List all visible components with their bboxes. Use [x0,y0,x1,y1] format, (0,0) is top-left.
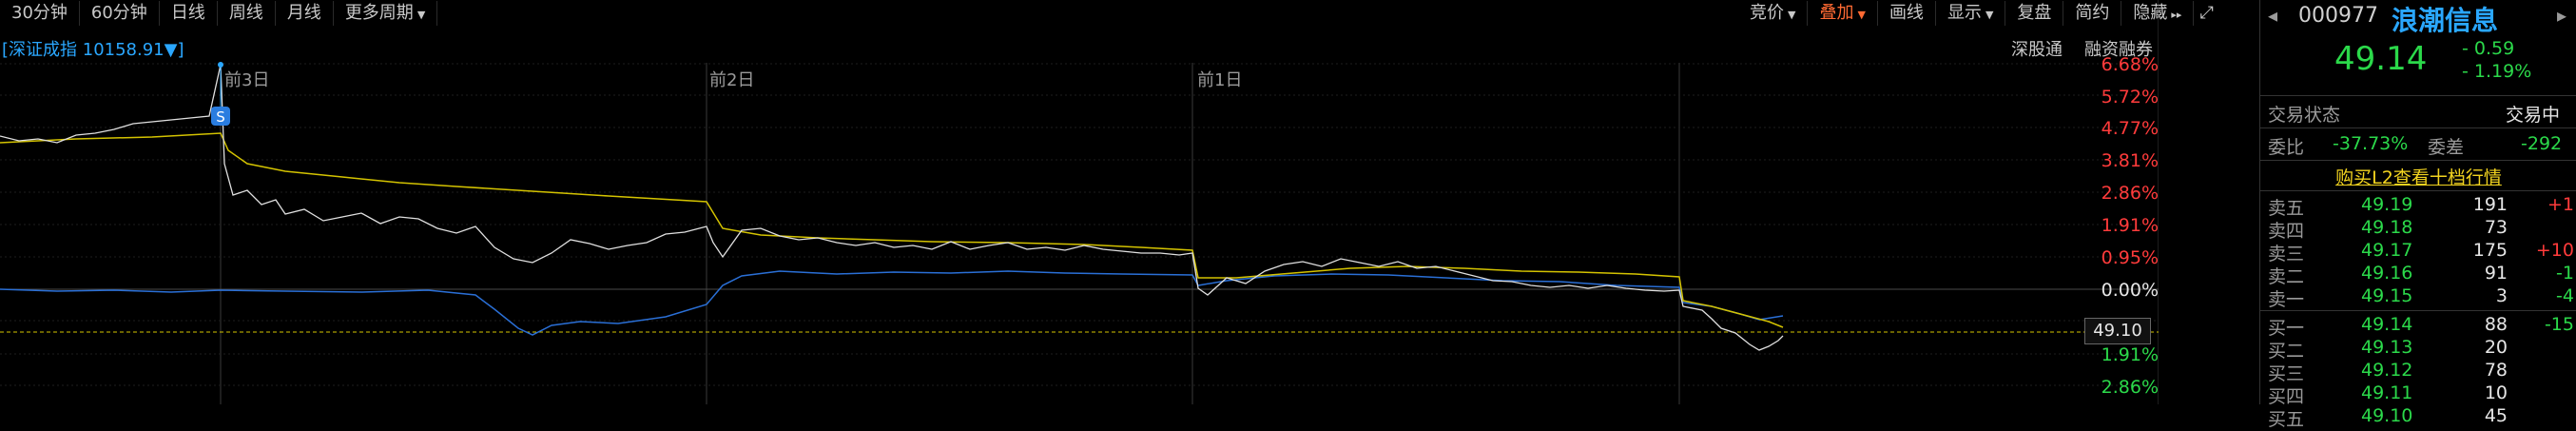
percent-tick: 1.91% [2101,215,2159,236]
bid-row[interactable]: 买四 49.11 10 [2260,382,2576,407]
percent-tick: 0.00% [2101,280,2159,301]
price-line [0,64,1784,351]
order-ratio-label: 委比 [2268,137,2305,158]
level-label: 卖一 [2268,289,2305,310]
level-price: 49.16 [2361,263,2413,284]
expand-right-icon[interactable]: ▸ [2557,4,2566,27]
signal-s-label: S [216,108,225,126]
average-price-line [0,132,1784,328]
bid-row[interactable]: 买五 49.10 45 [2260,405,2576,430]
level-volume: 73 [2484,217,2508,238]
level-volume: 88 [2484,314,2508,335]
level-label: 买五 [2268,409,2305,430]
level-price: 49.15 [2361,285,2413,306]
level-label: 卖三 [2268,244,2305,264]
price-change: - 0.59 [2462,38,2515,59]
level-label: 买一 [2268,318,2305,339]
ask-row[interactable]: 卖三 49.17 175 +10 [2260,240,2576,264]
bid-row[interactable]: 买二 49.13 20 [2260,337,2576,362]
level-price: 49.18 [2361,217,2413,238]
level-price: 49.19 [2361,194,2413,215]
percent-tick: 0.95% [2101,247,2159,268]
level-volume: 20 [2484,337,2508,358]
level-label: 买二 [2268,341,2305,362]
l2-upgrade-link[interactable]: 购买L2查看十档行情 [2260,164,2576,189]
order-diff-value: -292 [2521,133,2563,154]
level-change: -1 [2556,263,2574,284]
percent-tick: 1.91% [2101,344,2159,365]
trade-status-label: 交易状态 [2268,105,2341,126]
stock-code: 000977 [2298,4,2378,28]
index-line [0,270,1784,336]
level-change: +10 [2535,240,2574,261]
percent-tick: 6.68% [2101,54,2159,75]
level-price: 49.13 [2361,337,2413,358]
level-change: +1 [2547,194,2574,215]
gap [2164,0,2259,404]
level-volume: 3 [2495,285,2508,306]
percent-tick: 2.86% [2101,377,2159,398]
level-price: 49.14 [2361,314,2413,335]
level-label: 卖二 [2268,266,2305,287]
bid-row[interactable]: 买一 49.14 88 -15 [2260,314,2576,339]
level-label: 卖四 [2268,221,2305,242]
percent-tick: 5.72% [2101,87,2159,108]
level-volume: 10 [2484,382,2508,403]
trade-status-value: 交易中 [2506,105,2561,126]
price-change-pct: - 1.19% [2462,61,2532,82]
level-label: 买三 [2268,363,2305,384]
intraday-chart[interactable]: S [0,0,2159,404]
stock-name[interactable]: 浪潮信息 [2392,0,2498,38]
level-change: -15 [2544,314,2574,335]
ask-row[interactable]: 卖二 49.16 91 -1 [2260,263,2576,287]
level-volume: 78 [2484,360,2508,381]
bid-row[interactable]: 买三 49.12 78 [2260,360,2576,384]
level-price: 49.11 [2361,382,2413,403]
ask-row[interactable]: 卖一 49.15 3 -4 [2260,285,2576,310]
level-volume: 91 [2484,263,2508,284]
level-change: -4 [2556,285,2574,306]
level-price: 49.10 [2361,405,2413,426]
quote-panel: ◂ 000977 浪潮信息 ▸ 49.14 - 0.59 - 1.19% 交易状… [2259,0,2576,430]
ask-row[interactable]: 卖四 49.18 73 [2260,217,2576,242]
percent-tick: 4.77% [2101,118,2159,139]
collapse-left-icon[interactable]: ◂ [2268,4,2277,27]
order-diff-label: 委差 [2428,137,2465,158]
current-price: 49.14 [2334,40,2428,78]
order-ratio-value: -37.73% [2333,133,2409,154]
ask-row[interactable]: 卖五 49.19 191 +1 [2260,194,2576,219]
level-price: 49.12 [2361,360,2413,381]
percent-tick: 2.86% [2101,183,2159,204]
level-label: 卖五 [2268,198,2305,219]
cursor-price-label: 49.10 [2084,318,2151,344]
level-volume: 191 [2472,194,2508,215]
level-volume: 45 [2484,405,2508,426]
percent-tick: 3.81% [2101,150,2159,171]
level-volume: 175 [2472,240,2508,261]
level-price: 49.17 [2361,240,2413,261]
